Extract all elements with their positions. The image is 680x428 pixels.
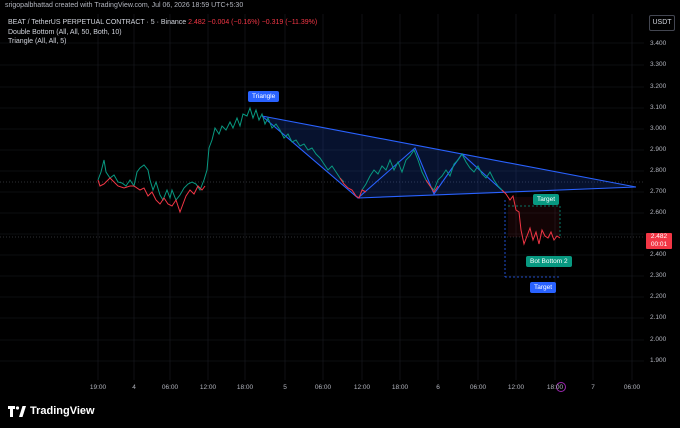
x-tick: 6 [436,384,440,391]
x-tick: 18:00 [546,384,564,391]
y-tick: 3.400 [650,40,667,47]
legend-indicator-triangle[interactable]: Triangle (All, All, 5) [8,37,317,47]
y-tick: 3.300 [650,61,667,68]
y-tick: 2.700 [650,188,667,195]
target-up-label[interactable]: Target [533,194,560,205]
y-tick: 2.100 [650,314,667,321]
x-tick: 12:00 [507,384,525,391]
tradingview-logo[interactable]: TradingView [8,405,95,417]
x-tick: 18:00 [391,384,409,391]
legend-change: −0.004 (−0.16%) [207,19,260,26]
y-tick: 2.400 [650,251,667,258]
chart-credit: srigopalbhattad created with TradingView… [5,2,244,9]
y-tick: 2.600 [650,209,667,216]
chart-area[interactable]: Triangle Target Bot Bottom 2 Target [0,14,644,392]
x-tick: 06:00 [623,384,641,391]
y-tick: 3.200 [650,83,667,90]
triangle-fill [262,116,636,198]
current-price-tag: 2.482 00:01 [646,233,672,249]
x-tick: 5 [283,384,287,391]
y-tick: 2.000 [650,336,667,343]
x-tick: 18:00 [236,384,254,391]
y-tick: 2.800 [650,167,667,174]
price-tag-countdown: 00:01 [650,241,668,248]
y-tick: 1.900 [650,357,667,364]
y-tick: 3.100 [650,104,667,111]
x-tick: 06:00 [469,384,487,391]
y-tick: 2.200 [650,293,667,300]
footer [0,398,680,428]
currency-selector[interactable]: USDT [649,15,675,31]
tradingview-brand: TradingView [30,405,95,417]
y-tick: 2.300 [650,272,667,279]
tradingview-logo-icon [8,405,26,417]
x-tick: 06:00 [314,384,332,391]
chart-legend: BEAT / TetherUS PERPETUAL CONTRACT · 5 ·… [8,18,317,47]
x-tick: 06:00 [161,384,179,391]
target-down-label[interactable]: Target [530,282,557,293]
y-tick: 2.900 [650,146,667,153]
x-tick: 7 [591,384,595,391]
triangle-label[interactable]: Triangle [248,91,280,102]
x-tick: 4 [132,384,136,391]
x-tick: 12:00 [199,384,217,391]
legend-symbol-row[interactable]: BEAT / TetherUS PERPETUAL CONTRACT · 5 ·… [8,18,317,28]
y-tick: 3.000 [650,125,667,132]
legend-symbol[interactable]: BEAT / TetherUS PERPETUAL CONTRACT · 5 ·… [8,19,186,26]
legend-indicator-double-bottom[interactable]: Double Bottom (All, All, 50, Both, 10) [8,28,317,38]
header-bar: srigopalbhattad created with TradingView… [0,0,680,14]
price-tag-value: 2.482 [650,233,668,240]
double-bottom-label[interactable]: Bot Bottom 2 [526,256,572,267]
legend-change-total: −0.319 (−11.39%) [261,19,318,26]
x-tick: 19:00 [89,384,107,391]
x-tick: 12:00 [353,384,371,391]
legend-price: 2.482 [188,19,206,26]
